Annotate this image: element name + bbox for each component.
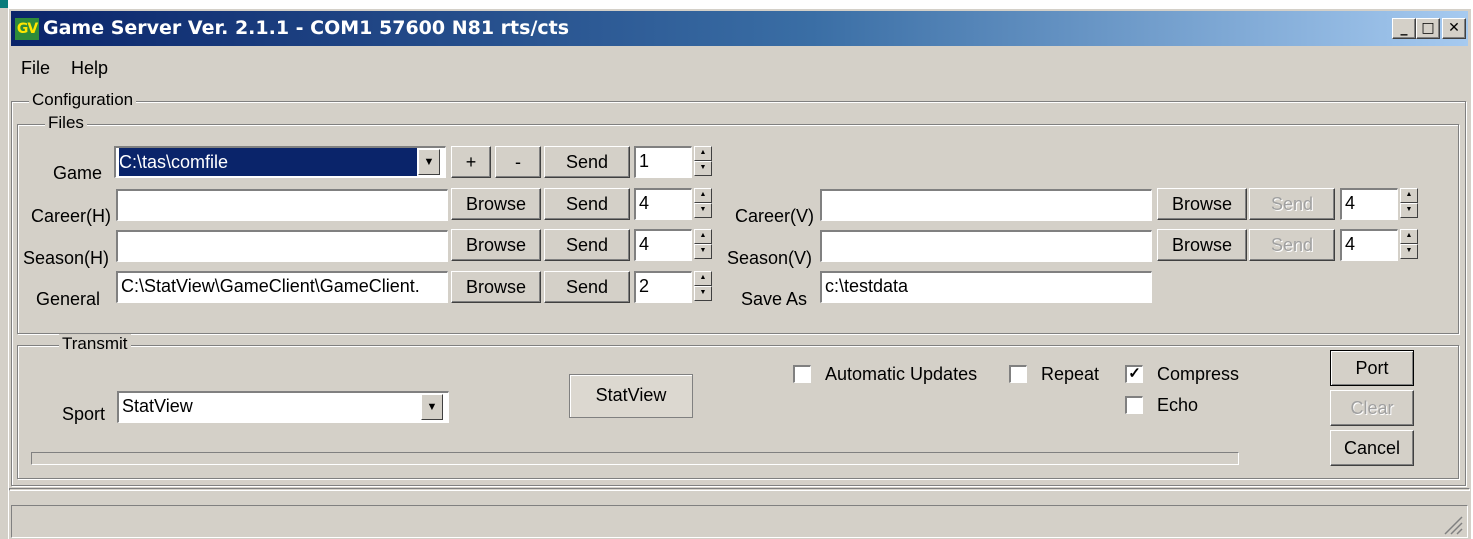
career-h-browse-button[interactable]: Browse <box>451 188 541 220</box>
close-button[interactable]: ✕ <box>1442 18 1466 39</box>
sport-combobox[interactable]: StatView <box>117 391 449 423</box>
spin-down-icon[interactable]: ▼ <box>694 286 712 301</box>
career-h-label: Career(H) <box>31 206 112 226</box>
spin-down-icon[interactable]: ▼ <box>1400 203 1418 218</box>
spin-up-icon[interactable]: ▲ <box>694 188 712 203</box>
season-v-input[interactable] <box>820 230 1152 262</box>
game-count-input[interactable]: 1 <box>634 146 692 178</box>
spin-up-icon[interactable]: ▲ <box>694 146 712 161</box>
resize-grip-icon[interactable] <box>1441 513 1463 535</box>
automatic-updates-label: Automatic Updates <box>825 364 978 384</box>
echo-checkbox[interactable] <box>1125 396 1143 414</box>
statview-button[interactable]: StatView <box>569 374 693 418</box>
spin-up-icon[interactable]: ▲ <box>1400 188 1418 203</box>
general-browse-button[interactable]: Browse <box>451 271 541 303</box>
general-input[interactable]: C:\StatView\GameClient\GameClient. <box>116 271 448 303</box>
career-h-send-button[interactable]: Send <box>544 188 630 220</box>
desktop-corner <box>0 0 8 8</box>
career-h-count-input[interactable]: 4 <box>634 188 692 220</box>
season-h-label: Season(H) <box>23 248 110 268</box>
game-combobox-value: C:\tas\comfile <box>118 148 418 177</box>
menu-help[interactable]: Help <box>71 58 108 79</box>
progress-bar <box>31 452 1239 465</box>
career-h-input[interactable] <box>116 189 448 221</box>
spin-down-icon[interactable]: ▼ <box>1400 244 1418 259</box>
career-v-input[interactable] <box>820 189 1152 221</box>
general-send-button[interactable]: Send <box>544 271 630 303</box>
clear-button[interactable]: Clear <box>1330 390 1414 426</box>
sport-dropdown-arrow-icon[interactable]: ▼ <box>421 394 443 420</box>
repeat-checkbox[interactable] <box>1009 365 1027 383</box>
career-v-label: Career(V) <box>735 206 815 226</box>
main-window: GV Game Server Ver. 2.1.1 - COM1 57600 N… <box>8 8 1471 539</box>
career-v-count-spinner[interactable]: ▲ ▼ <box>1400 188 1418 218</box>
menu-file[interactable]: File <box>21 58 50 79</box>
repeat-label: Repeat <box>1041 364 1100 384</box>
season-h-browse-button[interactable]: Browse <box>451 229 541 261</box>
season-v-count-spinner[interactable]: ▲ ▼ <box>1400 229 1418 259</box>
maximize-button[interactable]: □ <box>1416 18 1440 39</box>
game-combobox[interactable]: C:\tas\comfile <box>114 146 446 178</box>
desktop-strip <box>0 0 8 539</box>
career-v-send-button[interactable]: Send <box>1249 188 1335 220</box>
port-button[interactable]: Port <box>1330 350 1414 386</box>
season-h-send-button[interactable]: Send <box>544 229 630 261</box>
status-bar <box>11 505 1468 538</box>
sport-label: Sport <box>62 404 106 424</box>
configuration-label: Configuration <box>29 90 137 110</box>
checkmark-icon: ✓ <box>1128 365 1141 382</box>
spin-up-icon[interactable]: ▲ <box>1400 229 1418 244</box>
compress-checkbox[interactable]: ✓ <box>1125 365 1143 383</box>
game-add-button[interactable]: + <box>451 146 491 178</box>
spin-down-icon[interactable]: ▼ <box>694 203 712 218</box>
game-send-button[interactable]: Send <box>544 146 630 178</box>
career-v-count-input[interactable]: 4 <box>1340 188 1398 220</box>
season-v-label: Season(V) <box>727 248 813 268</box>
season-h-count-input[interactable]: 4 <box>634 229 692 261</box>
season-v-browse-button[interactable]: Browse <box>1157 229 1247 261</box>
spin-up-icon[interactable]: ▲ <box>694 271 712 286</box>
echo-label: Echo <box>1157 395 1199 415</box>
general-count-spinner[interactable]: ▲ ▼ <box>694 271 712 301</box>
save-as-input[interactable]: c:\testdata <box>820 271 1152 303</box>
compress-label: Compress <box>1157 364 1240 384</box>
game-label: Game <box>53 163 103 183</box>
spin-down-icon[interactable]: ▼ <box>694 244 712 259</box>
season-v-count-input[interactable]: 4 <box>1340 229 1398 261</box>
transmit-label: Transmit <box>59 334 131 354</box>
spin-down-icon[interactable]: ▼ <box>694 161 712 176</box>
minimize-button[interactable]: _ <box>1392 18 1416 39</box>
window-separator <box>9 488 1470 491</box>
season-h-input[interactable] <box>116 230 448 262</box>
files-label: Files <box>45 113 87 133</box>
app-icon: GV <box>15 18 39 40</box>
career-v-browse-button[interactable]: Browse <box>1157 188 1247 220</box>
game-count-spinner[interactable]: ▲ ▼ <box>694 146 712 176</box>
season-v-send-button[interactable]: Send <box>1249 229 1335 261</box>
general-label: General <box>36 289 101 309</box>
general-count-input[interactable]: 2 <box>634 271 692 303</box>
cancel-button[interactable]: Cancel <box>1330 430 1414 466</box>
automatic-updates-checkbox[interactable] <box>793 365 811 383</box>
game-dropdown-arrow-icon[interactable]: ▼ <box>418 149 440 175</box>
window-title: Game Server Ver. 2.1.1 - COM1 57600 N81 … <box>43 17 570 39</box>
save-as-label: Save As <box>741 289 808 309</box>
game-remove-button[interactable]: - <box>495 146 541 178</box>
career-h-count-spinner[interactable]: ▲ ▼ <box>694 188 712 218</box>
spin-up-icon[interactable]: ▲ <box>694 229 712 244</box>
title-bar[interactable]: GV Game Server Ver. 2.1.1 - COM1 57600 N… <box>11 11 1468 46</box>
season-h-count-spinner[interactable]: ▲ ▼ <box>694 229 712 259</box>
